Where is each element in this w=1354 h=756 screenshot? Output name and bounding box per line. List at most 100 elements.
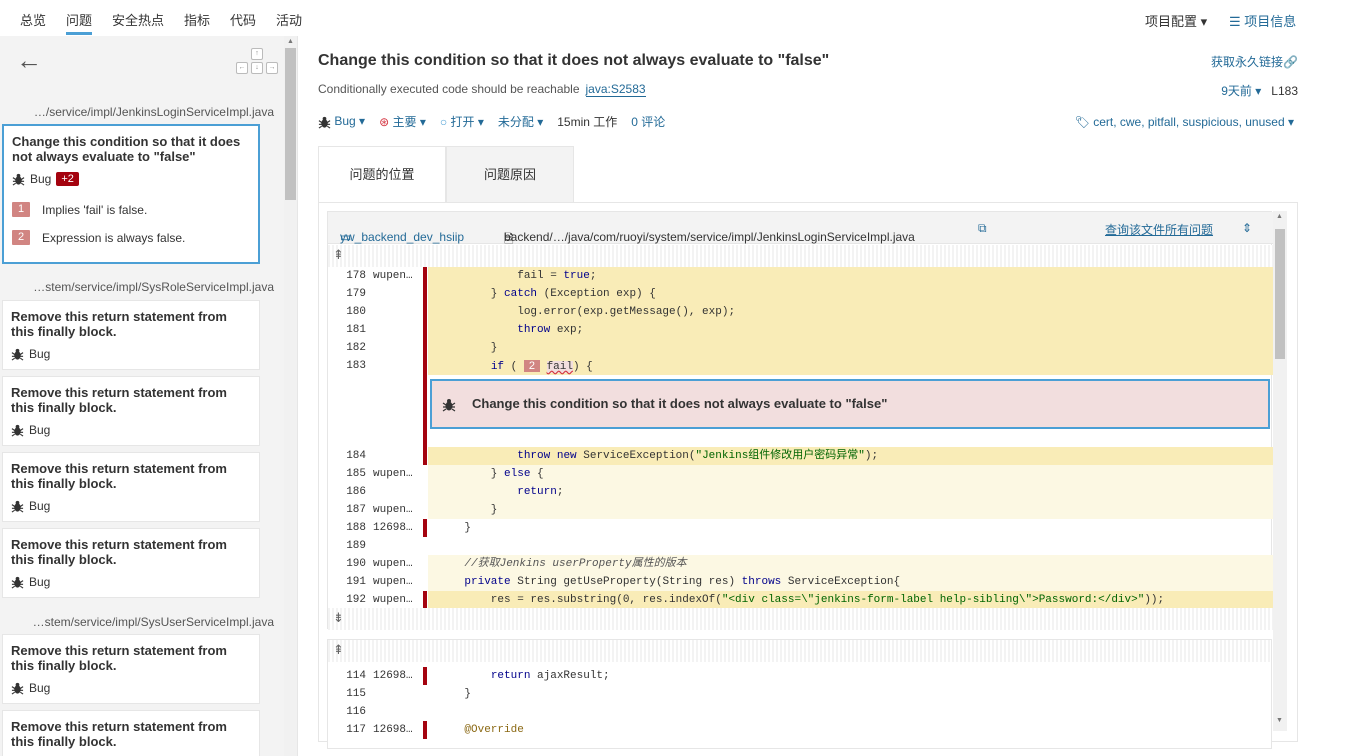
code-text: if ( 2 fail) { <box>428 357 1273 375</box>
expand-icon[interactable]: ⇕ <box>1242 221 1252 235</box>
key-right-icon: → <box>266 62 278 74</box>
file-path: …/service/impl/JenkinsLoginServiceImpl.j… <box>33 105 274 119</box>
line-number[interactable]: 189 <box>328 537 366 555</box>
location-item[interactable]: 2 Expression is always false. <box>12 230 250 245</box>
code-line: 181 throw exp; <box>328 321 1273 339</box>
line-number[interactable]: 184 <box>328 447 366 465</box>
coverage-marker <box>423 685 427 703</box>
tab-overview[interactable]: 总览 <box>20 10 46 29</box>
scrollbar-thumb[interactable] <box>285 48 296 200</box>
code-text: } catch (Exception exp) { <box>428 285 1273 303</box>
line-number[interactable]: 191 <box>328 573 366 591</box>
sidebar-scrollbar[interactable]: ▲ <box>284 36 297 756</box>
line-number[interactable]: 181 <box>328 321 366 339</box>
secondary-locations-badge[interactable]: +2 <box>56 172 79 186</box>
scm-author[interactable]: 12698… <box>373 667 418 685</box>
line-number[interactable]: 117 <box>328 721 366 739</box>
scm-author[interactable]: 12698… <box>373 721 418 739</box>
line-number[interactable]: 187 <box>328 501 366 519</box>
bug-icon <box>11 500 24 513</box>
location-item[interactable]: 1 Implies 'fail' is false. <box>12 202 250 217</box>
expand-up-icon[interactable]: ⇞ <box>328 640 1271 662</box>
expand-down-icon[interactable]: ⇟ <box>328 608 1273 630</box>
line-number[interactable]: 192 <box>328 591 366 609</box>
issues-sidebar: ← ↑ ← ↓ → …/service/impl/JenkinsLoginSer… <box>0 36 298 756</box>
tab-code[interactable]: 代码 <box>230 10 256 29</box>
inline-issue-message[interactable]: Change this condition so that it does no… <box>430 379 1270 429</box>
code-scrollbar[interactable]: ▲ ▼ <box>1273 211 1287 731</box>
line-number[interactable]: 179 <box>328 285 366 303</box>
rule-key-link[interactable]: java:S2583 <box>585 82 646 97</box>
tab-activity[interactable]: 活动 <box>276 10 302 29</box>
issue-card[interactable]: Remove this return statement from this f… <box>2 300 260 370</box>
location-number: 1 <box>12 202 30 217</box>
line-number[interactable]: 114 <box>328 667 366 685</box>
scm-author[interactable]: wupen… <box>373 555 418 573</box>
issue-type: Bug <box>29 347 51 361</box>
list-icon: ☰ <box>1229 14 1241 29</box>
severity-dropdown[interactable]: ⊛ 主要 ▾ <box>379 113 426 130</box>
project-info-link[interactable]: ☰ 项目信息 <box>1229 11 1296 30</box>
line-number[interactable]: 182 <box>328 339 366 357</box>
code-text: } <box>438 688 472 700</box>
age-dropdown[interactable]: 9天前 ▾ <box>1221 84 1261 98</box>
scroll-up-icon[interactable]: ▲ <box>287 38 294 45</box>
issue-card[interactable]: Remove this return statement from this f… <box>2 376 260 446</box>
line-number[interactable]: 183 <box>328 357 366 375</box>
coverage-marker <box>423 285 427 303</box>
expand-up-icon[interactable]: ⇞ <box>328 245 1273 267</box>
assignee-dropdown[interactable]: 未分配 ▾ <box>498 113 543 130</box>
line-number[interactable]: 186 <box>328 483 366 501</box>
scm-author[interactable]: wupen… <box>373 501 418 519</box>
back-arrow-icon[interactable]: ← <box>16 47 42 73</box>
issue-age: 9天前 ▾ L183 <box>1221 82 1298 99</box>
line-number[interactable]: 115 <box>328 685 366 703</box>
comments-link[interactable]: 0 评论 <box>631 113 665 130</box>
scroll-down-icon[interactable]: ▼ <box>1276 717 1283 724</box>
scroll-up-icon[interactable]: ▲ <box>1276 213 1283 220</box>
issue-card[interactable]: Remove this return statement from this f… <box>2 528 260 598</box>
issue-card[interactable]: Remove this return statement from this f… <box>2 634 260 704</box>
caret-down-icon: ▾ <box>359 114 366 129</box>
permalink-link[interactable]: 获取永久链接🔗 <box>1211 53 1298 70</box>
type-dropdown[interactable]: Bug ▾ <box>318 114 365 128</box>
issue-card[interactable]: Remove this return statement from this f… <box>2 710 260 756</box>
coverage-marker <box>423 303 427 321</box>
tab-issues[interactable]: 问题 <box>66 10 93 35</box>
line-number[interactable]: 178 <box>328 267 366 285</box>
scm-author[interactable]: 12698… <box>373 519 418 537</box>
issue-type: Bug <box>30 172 52 186</box>
code-text: throw new ServiceException("Jenkins组件修改用… <box>428 447 1273 465</box>
line-number[interactable]: 188 <box>328 519 366 537</box>
tab-measures[interactable]: 指标 <box>184 10 210 29</box>
issue-type: Bug <box>29 575 51 589</box>
location-marker[interactable]: 2 <box>523 360 540 372</box>
coverage-marker <box>423 537 427 555</box>
line-number[interactable]: 190 <box>328 555 366 573</box>
tab-why[interactable]: 问题原因 <box>446 146 574 202</box>
line-number[interactable]: 116 <box>328 703 366 721</box>
line-number[interactable]: 180 <box>328 303 366 321</box>
find-all-issues-link[interactable]: 查询该文件所有问题 <box>1105 221 1213 238</box>
issue-card-title: Remove this return statement from this f… <box>11 309 227 339</box>
issue-card[interactable]: Remove this return statement from this f… <box>2 452 260 522</box>
coverage-marker <box>423 667 427 685</box>
tab-location[interactable]: 问题的位置 <box>318 146 446 202</box>
scm-author[interactable]: wupen… <box>373 267 418 285</box>
scm-author[interactable]: wupen… <box>373 573 418 591</box>
code-line: 187 wupen… } <box>328 501 1273 519</box>
scm-author[interactable]: wupen… <box>373 591 418 609</box>
tags-dropdown[interactable]: 🏷 cert, cwe, pitfall, suspicious, unused… <box>1075 115 1294 129</box>
code-text: log.error(exp.getMessage(), exp); <box>428 303 1273 321</box>
scrollbar-thumb[interactable] <box>1275 229 1285 359</box>
issue-card-selected[interactable]: Change this condition so that it does no… <box>2 124 260 264</box>
project-config-menu[interactable]: 项目配置 ▾ <box>1145 11 1207 30</box>
coverage-marker <box>423 465 427 483</box>
line-number[interactable]: 185 <box>328 465 366 483</box>
copy-path-icon[interactable]: ⧉ <box>978 221 987 236</box>
tab-security-hotspots[interactable]: 安全热点 <box>112 10 164 29</box>
status-dropdown[interactable]: ○ 打开 ▾ <box>440 113 484 130</box>
scm-author[interactable]: wupen… <box>373 465 418 483</box>
key-down-icon: ↓ <box>251 62 263 74</box>
